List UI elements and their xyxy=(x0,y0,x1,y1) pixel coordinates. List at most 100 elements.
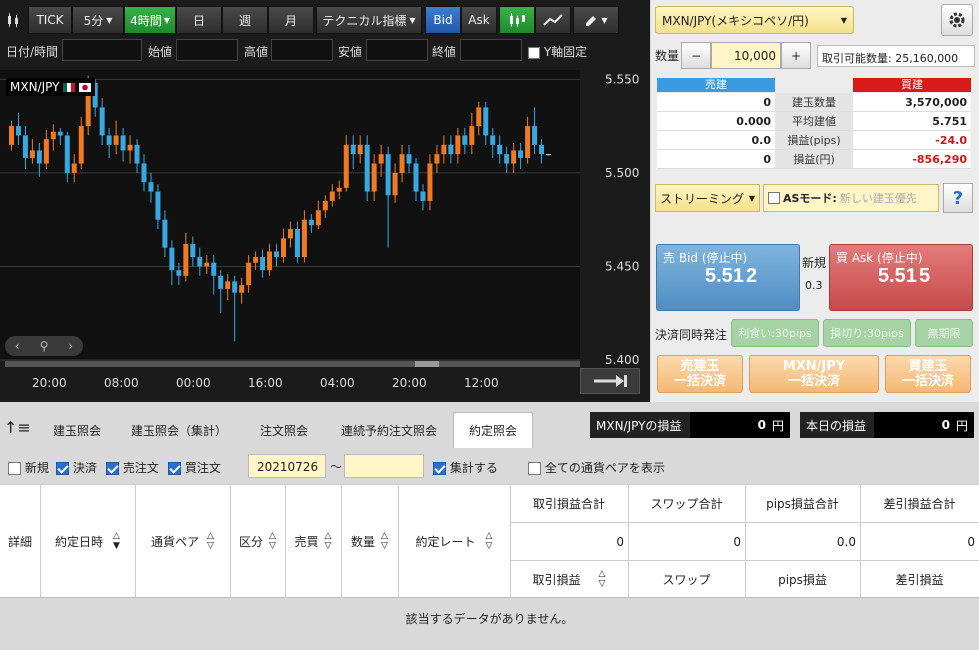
sort-icon: △ ▽ xyxy=(598,569,606,589)
sort-icon: △ ▽ xyxy=(485,531,493,551)
technical-indicator-select[interactable]: テクニカル指標 ▼ xyxy=(316,6,422,34)
bulk-sell-settle-button[interactable]: 売建玉 一括決済 xyxy=(657,355,743,393)
col-qty[interactable]: 数量 △ ▽ xyxy=(341,485,398,597)
bid-price: 5.51 2 xyxy=(705,265,757,288)
col-date[interactable]: 約定日時 △ ▼ xyxy=(40,485,135,597)
col-pnl[interactable]: 取引損益 △ ▽ xyxy=(510,561,628,597)
sum-swap-header: スワップ合計 xyxy=(650,497,723,511)
bid-toggle[interactable]: Bid xyxy=(425,6,461,34)
expiry-button[interactable]: 無期限 xyxy=(915,319,973,347)
qty-plus-button[interactable]: + xyxy=(781,42,811,69)
as-mode-toggle[interactable]: ASモード: 新しい建玉優先 xyxy=(763,184,939,212)
tab-positions[interactable]: 建玉照会 xyxy=(38,412,116,448)
candle-body xyxy=(246,262,252,286)
filter-aggregate[interactable]: 集計する xyxy=(433,459,498,476)
line-chart-button[interactable] xyxy=(535,6,571,34)
bulk-buy-line1: 買建玉 xyxy=(908,359,948,374)
candle-body xyxy=(308,219,314,226)
settings-button[interactable] xyxy=(941,4,973,36)
filter-new[interactable]: 新規 xyxy=(8,459,49,476)
zoom-icon[interactable]: ⚲ xyxy=(40,339,49,353)
position-table: 0 建玉数量 3,570,000 0.000 平均建値 5.751 0.0 損益(pips) -… xyxy=(657,93,971,169)
candle-body xyxy=(8,126,14,145)
candle-body xyxy=(64,135,70,173)
available-qty: 取引可能数量: 25,160,000 xyxy=(817,45,975,67)
candlestick-chart-button[interactable] xyxy=(499,6,535,34)
candlestick-chart[interactable]: 5.550 5.500 5.450 5.400 20:00 08:00 00:00 16:0… xyxy=(0,70,650,400)
checkbox-icon xyxy=(768,192,780,204)
line-chart-icon xyxy=(543,14,563,26)
filter-settle[interactable]: 決済 xyxy=(56,459,97,476)
month-button[interactable]: 月 xyxy=(268,6,314,34)
sort-menu-icon[interactable]: ↑≡ xyxy=(4,418,31,437)
drawing-tool-select[interactable]: ▼ xyxy=(573,6,619,34)
y-axis-fix-toggle[interactable]: Y軸固定 xyxy=(528,43,587,60)
new-label: 新規 xyxy=(802,256,827,270)
price-chart[interactable]: 5.550 5.500 5.450 5.400 20:00 08:00 00:00 16:0… xyxy=(0,70,650,400)
pencil-icon xyxy=(586,16,597,26)
candle-body xyxy=(71,163,77,173)
day-button[interactable]: 日 xyxy=(176,6,222,34)
candle-body xyxy=(455,135,461,155)
position-buy-value: 3,570,000 xyxy=(853,93,971,111)
interval-4h-select[interactable]: 4時間 ▼ xyxy=(124,6,176,34)
sum-pips-header: pips損益合計 xyxy=(766,497,839,511)
bid-title: 売 Bid (停止中) xyxy=(663,251,748,265)
bulk-pair-settle-button[interactable]: MXN/JPY 一括決済 xyxy=(749,355,879,393)
help-button[interactable]: ? xyxy=(943,183,973,213)
chart-panel: TICK 5分 ▼ 4時間 ▼ 日 週 月 テクニカル指標 ▼ Bid Ask ▼ 日… xyxy=(0,0,650,402)
chevron-right-icon[interactable]: › xyxy=(68,339,73,353)
scroll-to-latest-button[interactable] xyxy=(580,368,640,394)
pair-pnl-number: 0 xyxy=(757,418,766,432)
chevron-left-icon[interactable]: ‹ xyxy=(15,339,20,353)
date-from-input[interactable]: 20210726 xyxy=(248,454,326,478)
bulk-buy-settle-button[interactable]: 買建玉 一括決済 xyxy=(885,355,971,393)
buy-ask-button[interactable]: 買 Ask (停止中) 5.51 5 xyxy=(829,244,973,311)
col-pair[interactable]: 通貨ペア △ ▽ xyxy=(135,485,230,597)
tab-executions[interactable]: 約定照会 xyxy=(453,412,533,448)
chart-scrollbar[interactable] xyxy=(5,361,580,367)
pair-select[interactable]: MXN/JPY(メキシコペソ/円) ▼ xyxy=(655,6,854,34)
as-mode-value: 新しい建玉優先 xyxy=(839,192,917,205)
tab-continuous-orders[interactable]: 連続予約注文照会 xyxy=(330,412,448,448)
candle-body xyxy=(427,163,433,201)
qty-input[interactable]: 10,000 xyxy=(711,42,781,69)
x-tick-label: 16:00 xyxy=(248,376,283,390)
candle-body xyxy=(155,191,161,220)
datetime-label: 日付/時間 xyxy=(6,45,59,59)
candle-body xyxy=(378,154,384,164)
stop-loss-button[interactable]: 損切り:30pips xyxy=(823,319,911,347)
take-profit-button[interactable]: 利食い:30pips xyxy=(731,319,819,347)
filter-buy-order[interactable]: 買注文 xyxy=(168,459,221,476)
date-to-input[interactable] xyxy=(344,454,424,478)
interval-5min-select[interactable]: 5分 ▼ xyxy=(72,6,124,34)
tick-button[interactable]: TICK xyxy=(28,6,72,34)
spread-value: 0.3 xyxy=(805,279,823,292)
pair-pnl-unit: 円 xyxy=(771,418,784,433)
candle-body xyxy=(218,275,224,289)
sum-pnl-value: 0 xyxy=(616,534,624,549)
col-net: 差引損益 xyxy=(895,572,944,587)
position-row: 0 建玉数量 3,570,000 xyxy=(657,93,971,112)
ask-toggle[interactable]: Ask xyxy=(461,6,497,34)
inquiry-tabs: ↑≡ 建玉照会 建玉照会（集計） 注文照会 連続予約注文照会 約定照会 MXN/… xyxy=(0,408,979,448)
col-qty-label: 数量 xyxy=(351,534,376,549)
col-kind[interactable]: 区分 △ ▽ xyxy=(230,485,285,597)
col-swap: スワップ xyxy=(662,572,711,587)
candle-body xyxy=(57,131,63,136)
sell-bid-button[interactable]: 売 Bid (停止中) 5.51 2 xyxy=(656,244,800,311)
qty-minus-button[interactable]: − xyxy=(681,42,711,69)
chart-scroll-thumb[interactable] xyxy=(415,361,439,367)
col-pips: pips損益 xyxy=(778,572,827,587)
filter-sell-order[interactable]: 売注文 xyxy=(106,459,159,476)
candle-type-icon[interactable] xyxy=(2,6,26,34)
tab-positions-summary[interactable]: 建玉照会（集計） xyxy=(120,412,238,448)
candle-body xyxy=(546,154,552,156)
tab-orders[interactable]: 注文照会 xyxy=(245,412,323,448)
week-button[interactable]: 週 xyxy=(222,6,268,34)
col-side[interactable]: 売買 △ ▽ xyxy=(285,485,341,597)
streaming-select[interactable]: ストリーミング ▼ xyxy=(655,184,760,212)
japan-flag-icon xyxy=(79,82,92,92)
filter-all-pairs[interactable]: 全ての通貨ペアを表示 xyxy=(528,459,665,476)
col-rate[interactable]: 約定レート △ ▽ xyxy=(398,485,510,597)
